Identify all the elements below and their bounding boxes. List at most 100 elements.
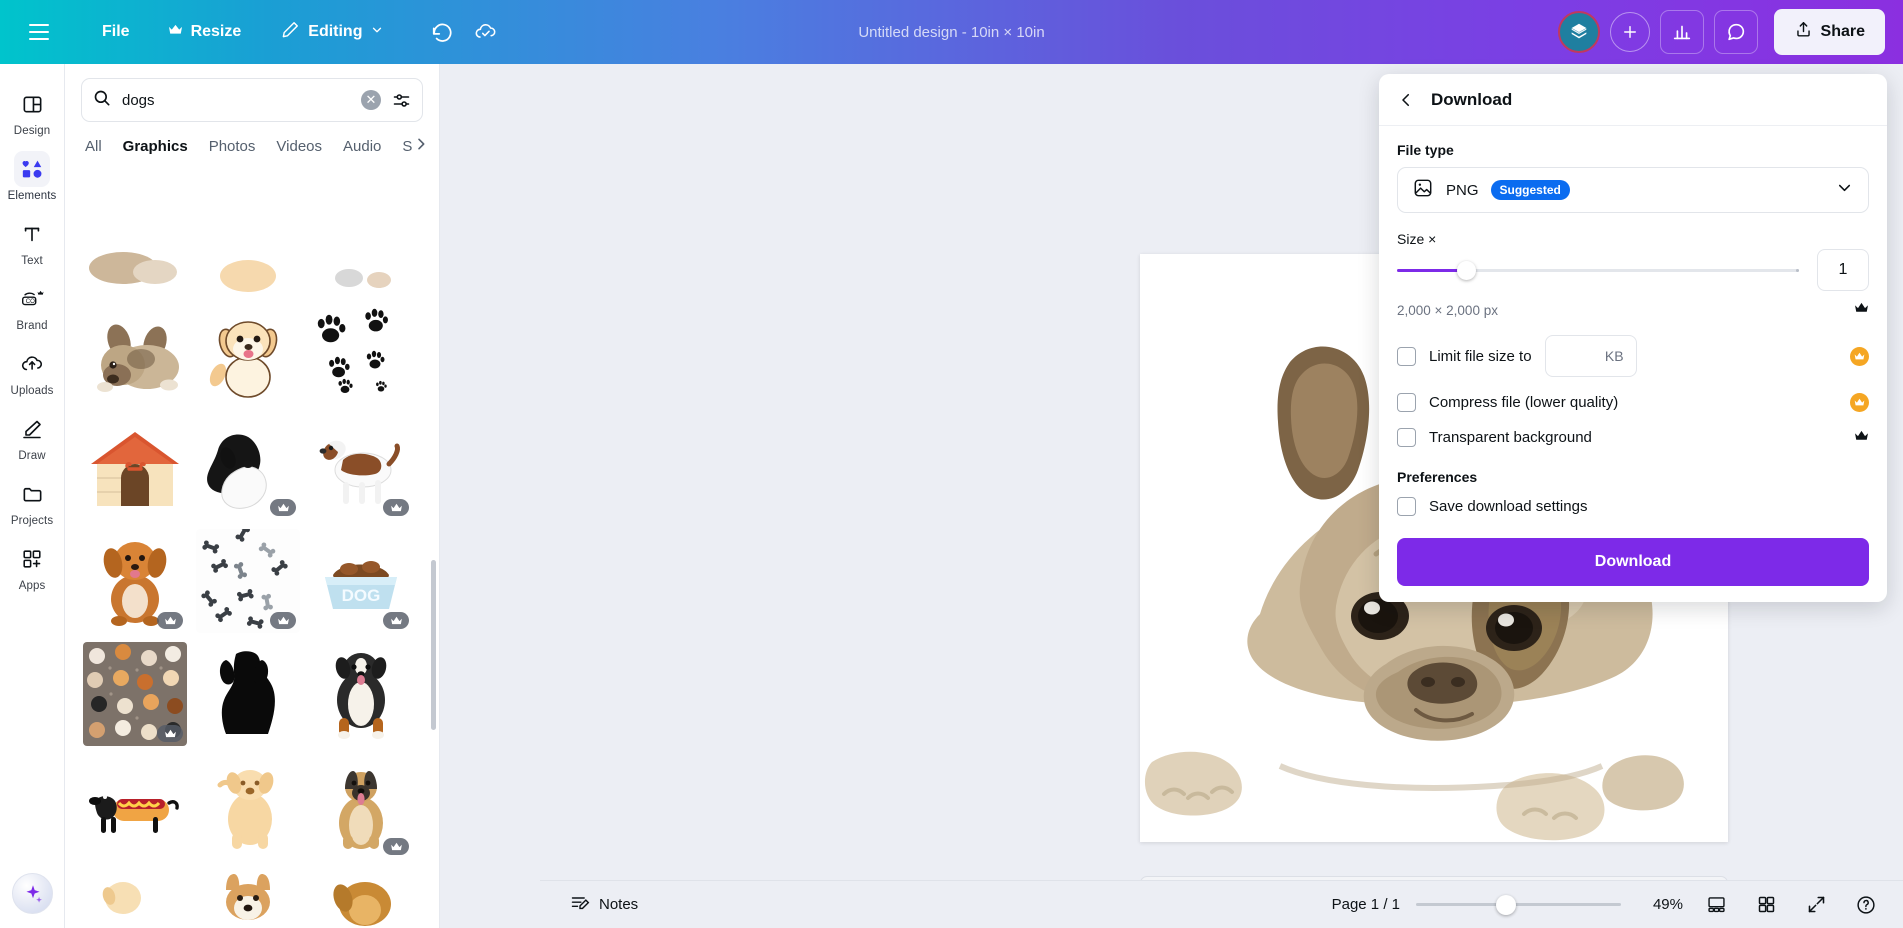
result-goldendoodle-thumb[interactable] — [83, 529, 187, 633]
zoom-slider[interactable] — [1416, 894, 1621, 915]
sidebar-item-text[interactable]: Text — [3, 208, 61, 273]
result-border-collie-thumb[interactable] — [196, 416, 300, 520]
category-tabs: All Graphics Photos Videos Audio S — [65, 122, 439, 164]
result-yellow-labrador-thumb[interactable] — [196, 755, 300, 859]
grid-view-icon[interactable] — [1749, 888, 1783, 922]
editing-mode-button[interactable]: Editing — [269, 13, 396, 51]
result-french-bulldog-lying-thumb[interactable] — [83, 303, 187, 407]
result-corgi-thumb[interactable] — [196, 868, 300, 928]
pencil-draw-icon — [14, 411, 50, 447]
undo-icon[interactable] — [422, 12, 462, 52]
result-bernese-mountain-dog-thumb[interactable] — [309, 642, 413, 746]
option-save-download-settings[interactable]: Save download settings — [1397, 497, 1869, 516]
tab-graphics[interactable]: Graphics — [123, 138, 188, 164]
option-transparent-background[interactable]: Transparent background — [1397, 428, 1869, 447]
sidebar-item-design[interactable]: Design — [3, 78, 61, 143]
download-panel-title: Download — [1431, 89, 1513, 109]
save-download-settings-checkbox[interactable] — [1397, 497, 1416, 516]
magic-sparkle-icon[interactable] — [12, 873, 53, 914]
result-dog-food-bowl-thumb[interactable]: DOG — [309, 529, 413, 633]
shapes-icon — [14, 151, 50, 187]
sidebar-item-brand[interactable]: CO Brand — [3, 273, 61, 338]
sidebar-item-draw[interactable]: Draw — [3, 403, 61, 468]
apps-grid-icon — [14, 541, 50, 577]
kb-unit-label: KB — [1604, 348, 1624, 364]
limit-file-size-input[interactable]: KB — [1544, 335, 1637, 377]
filter-sliders-icon[interactable] — [391, 90, 412, 111]
tab-audio[interactable]: Audio — [343, 138, 381, 164]
hamburger-icon[interactable] — [22, 15, 56, 49]
results-grid-scroll[interactable]: DOG — [65, 230, 440, 928]
sidebar-item-apps[interactable]: Apps — [3, 533, 61, 598]
layout-icon — [14, 86, 50, 122]
option-limit-file-size[interactable]: Limit file size to KB — [1397, 335, 1869, 377]
search-input[interactable] — [112, 91, 361, 109]
result-dog-faces-pattern-thumb[interactable] — [83, 642, 187, 746]
resize-label: Resize — [190, 23, 242, 40]
tab-all[interactable]: All — [85, 138, 102, 164]
pro-crown-badge — [157, 612, 183, 629]
tab-videos[interactable]: Videos — [276, 138, 322, 164]
cloud-check-icon[interactable] — [466, 12, 506, 52]
notes-button[interactable]: Notes — [560, 887, 648, 923]
download-button[interactable]: Download — [1397, 538, 1869, 586]
pro-crown-icon — [1850, 346, 1869, 366]
result-pug-sleeping-thumb[interactable] — [83, 230, 187, 294]
size-slider[interactable] — [1397, 259, 1799, 281]
result-paw-prints-thumb[interactable] — [309, 230, 413, 294]
file-menu-button[interactable]: File — [90, 16, 142, 48]
avatar[interactable] — [1557, 11, 1600, 53]
results-grid: DOG — [65, 230, 440, 928]
result-dachshund-hotdog-thumb[interactable] — [83, 755, 187, 859]
tab-photos[interactable]: Photos — [209, 138, 256, 164]
sidebar-label-brand: Brand — [16, 320, 48, 332]
sidebar-item-uploads[interactable]: Uploads — [3, 338, 61, 403]
expand-icon[interactable] — [1799, 888, 1833, 922]
result-happy-puppy-thumb[interactable] — [196, 230, 300, 294]
result-beagle-standing-thumb[interactable] — [309, 416, 413, 520]
limit-file-size-checkbox[interactable] — [1397, 346, 1416, 366]
brand-icon: CO — [14, 281, 50, 317]
pro-crown-icon — [1850, 393, 1869, 412]
tab-shapes[interactable]: S — [402, 138, 412, 164]
result-bone-pattern-thumb[interactable] — [196, 529, 300, 633]
result-golden-retriever-thumb[interactable] — [309, 868, 413, 928]
limit-file-size-label: Limit file size to — [1429, 347, 1532, 365]
search-box[interactable]: ✕ — [81, 78, 423, 122]
clear-x-icon[interactable]: ✕ — [361, 90, 381, 110]
chevron-left-icon[interactable] — [1397, 91, 1415, 109]
text-t-icon — [14, 216, 50, 252]
add-collaborator-button[interactable] — [1609, 12, 1650, 52]
panel-scrollbar[interactable] — [431, 560, 436, 730]
zoom-slider-handle[interactable] — [1496, 894, 1516, 915]
result-puppy-peeking-thumb[interactable] — [83, 868, 187, 928]
file-type-select[interactable]: PNG Suggested — [1397, 167, 1869, 213]
file-type-label: File type — [1397, 142, 1454, 158]
page-view-icon[interactable] — [1699, 888, 1733, 922]
result-dog-house-thumb[interactable] — [83, 416, 187, 520]
chevron-right-icon[interactable] — [413, 136, 429, 157]
size-slider-handle[interactable] — [1457, 260, 1476, 280]
top-bar-right-group: Share — [1557, 9, 1903, 55]
sidebar-item-elements[interactable]: Elements — [3, 143, 61, 208]
sidebar-item-projects[interactable]: Projects — [3, 468, 61, 533]
compress-file-checkbox[interactable] — [1397, 393, 1416, 412]
transparent-background-checkbox[interactable] — [1397, 428, 1416, 447]
bar-chart-icon[interactable] — [1659, 10, 1704, 54]
pro-crown-badge — [270, 612, 296, 629]
help-question-icon[interactable] — [1849, 888, 1883, 922]
sidebar-label-apps: Apps — [18, 580, 46, 592]
notes-label: Notes — [599, 896, 639, 913]
file-type-value: PNG — [1446, 181, 1479, 199]
comment-icon[interactable] — [1713, 10, 1758, 54]
resize-button[interactable]: Resize — [156, 16, 254, 48]
option-compress-file[interactable]: Compress file (lower quality) — [1397, 393, 1869, 412]
result-cartoon-puppy-sitting-thumb[interactable] — [196, 303, 300, 407]
result-paw-prints-black-thumb[interactable] — [309, 303, 413, 407]
result-german-shepherd-thumb[interactable] — [309, 755, 413, 859]
result-black-dog-silhouette-thumb[interactable] — [196, 642, 300, 746]
share-button[interactable]: Share — [1773, 9, 1885, 55]
chevron-down-icon[interactable] — [1835, 178, 1854, 202]
history-controls — [422, 12, 506, 52]
size-input[interactable] — [1817, 249, 1869, 291]
